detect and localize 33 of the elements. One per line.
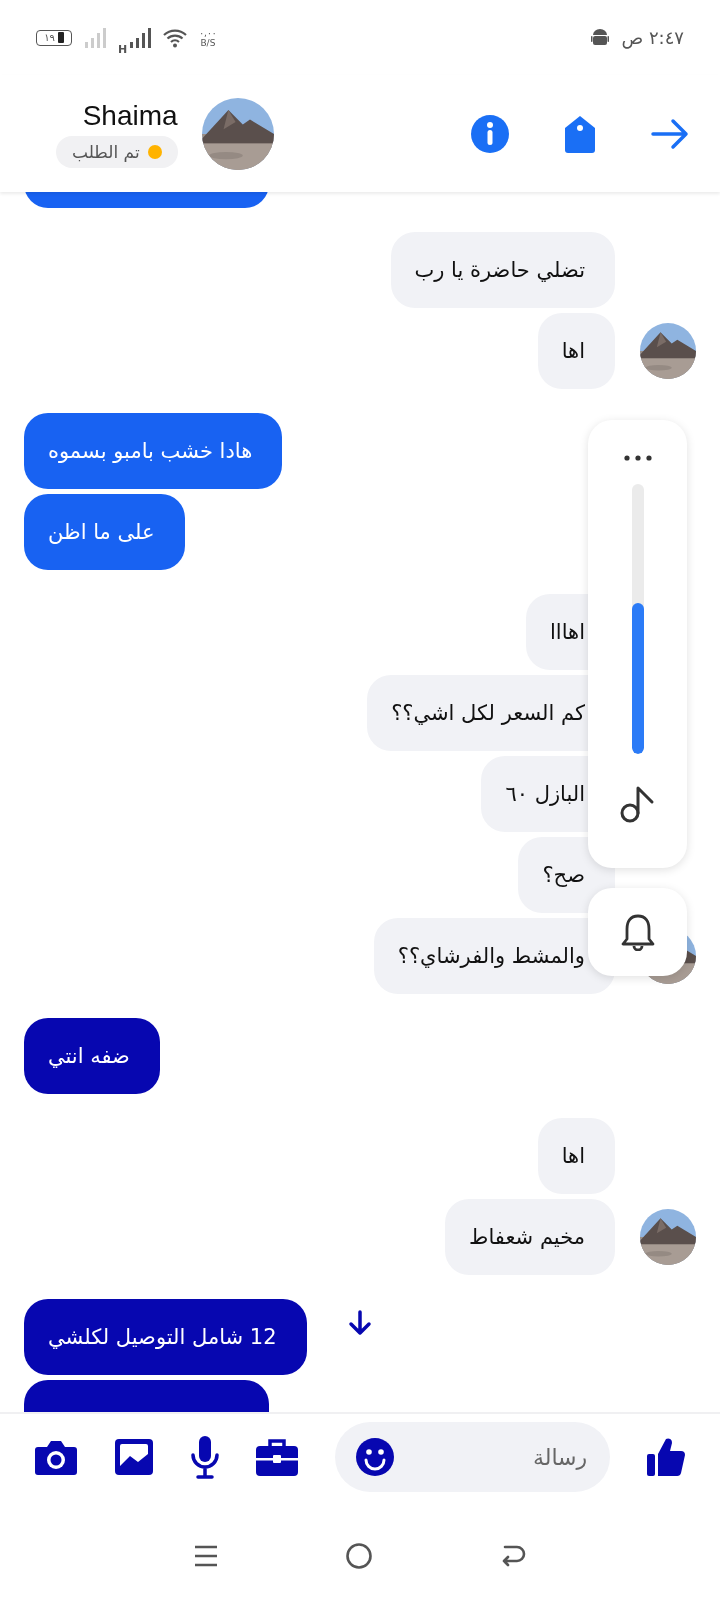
message-input[interactable]: رسالة <box>405 1443 590 1471</box>
message-bubble: على ما اظن <box>24 494 185 570</box>
signal-icon <box>129 26 152 49</box>
message-bubble: مخيم شعفاط <box>445 1199 615 1275</box>
briefcase-icon[interactable] <box>255 1437 300 1477</box>
network-type: H <box>118 43 128 56</box>
speed-value: ٠,٠٠ <box>199 27 217 38</box>
speed-unit: B/S <box>200 37 216 48</box>
message-bubble: 12 شامل التوصيل لكلشي <box>24 1299 307 1375</box>
contact-name: Shaima <box>82 99 178 132</box>
message-bubble: ضفه انتي <box>24 1018 160 1094</box>
status-label: تم الطلب <box>72 141 140 162</box>
message-bubble: اها <box>537 313 615 389</box>
message-bubble: هادا خشب بامبو بسموه <box>24 413 283 489</box>
message-bubble: والمشط والفرشاي؟؟ <box>373 918 615 994</box>
battery-level: ١٩ <box>44 32 55 43</box>
volume-slider[interactable] <box>631 484 644 754</box>
microphone-icon[interactable] <box>189 1435 220 1479</box>
clock: ٢:٤٧ ص <box>621 27 684 48</box>
image-icon[interactable] <box>113 1438 154 1476</box>
bell-icon[interactable] <box>619 913 656 951</box>
more-icon[interactable] <box>622 454 653 462</box>
home-icon[interactable] <box>345 1542 373 1570</box>
thumbs-up-icon[interactable] <box>646 1436 686 1478</box>
battery-fill <box>57 32 64 43</box>
message-bubble: اها <box>537 1118 615 1194</box>
emoji-icon[interactable] <box>355 1437 396 1477</box>
menu-icon[interactable] <box>193 1543 219 1569</box>
android-icon <box>591 27 610 48</box>
signal-icon <box>84 26 106 49</box>
message-field[interactable]: رسالة <box>335 1422 611 1492</box>
wifi-icon <box>163 27 188 48</box>
message-bubble: تضلي حاضرة يا رب <box>390 232 615 308</box>
